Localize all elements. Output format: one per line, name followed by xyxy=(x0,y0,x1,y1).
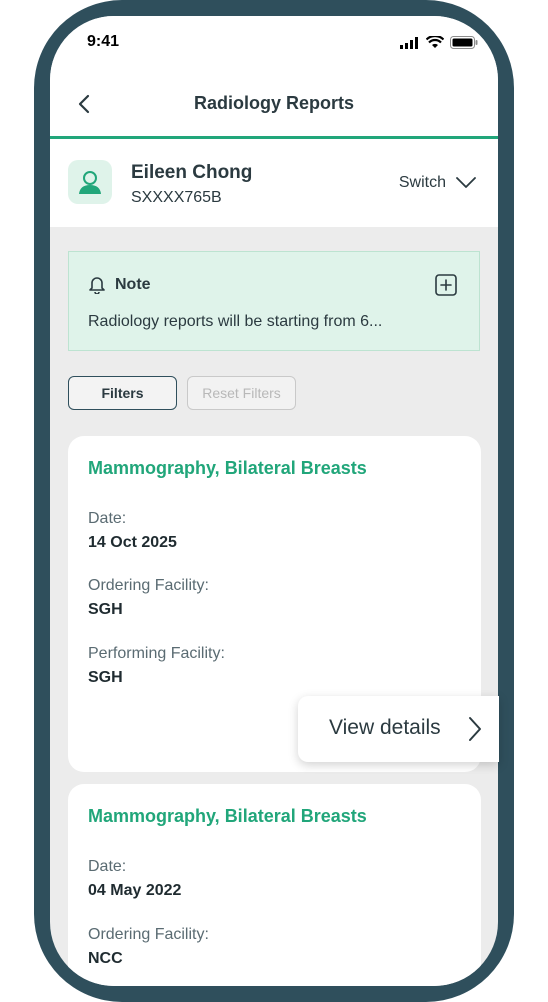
ordering-facility-value: NCC xyxy=(88,950,123,967)
filters-button[interactable]: Filters xyxy=(68,376,177,410)
note-header: Note xyxy=(89,276,151,294)
chevron-down-icon xyxy=(456,177,476,188)
performing-facility-value: SGH xyxy=(88,669,123,686)
status-icons xyxy=(400,36,478,49)
note-text: Radiology reports will be starting from … xyxy=(88,313,383,330)
profile-bar: Eileen Chong SXXXX765B Switch xyxy=(50,139,498,227)
date-value: 04 May 2022 xyxy=(88,882,182,899)
page-title: Radiology Reports xyxy=(193,93,354,113)
note-banner: Note Radiology reports will be starting … xyxy=(68,251,480,351)
status-time: 9:41 xyxy=(87,33,120,50)
phone-screen: 9:41 Radiology Reports Eileen Chong SXXX… xyxy=(50,16,498,986)
date-label: Date: xyxy=(88,858,127,875)
view-details-label: View details xyxy=(329,716,441,739)
ordering-facility-label: Ordering Facility: xyxy=(88,577,209,594)
report-title: Mammography, Bilateral Breasts xyxy=(88,458,367,478)
app-header: Radiology Reports xyxy=(50,74,498,139)
expand-plus-icon[interactable] xyxy=(435,274,457,296)
battery-icon xyxy=(450,36,478,49)
chevron-right-icon xyxy=(469,717,481,741)
switch-profile-button[interactable]: Switch xyxy=(399,174,476,192)
profile-name: Eileen Chong xyxy=(131,162,253,183)
date-value: 14 Oct 2025 xyxy=(88,534,177,551)
wifi-icon xyxy=(426,36,444,48)
ordering-facility-label: Ordering Facility: xyxy=(88,926,209,943)
profile-id: SXXXX765B xyxy=(131,189,222,206)
report-card[interactable]: Mammography, Bilateral Breasts Date: 04 … xyxy=(68,784,481,986)
performing-facility-label: Performing Facility: xyxy=(88,645,225,662)
status-bar: 9:41 xyxy=(50,16,498,74)
reset-filters-button[interactable]: Reset Filters xyxy=(187,376,296,410)
switch-label: Switch xyxy=(398,174,446,191)
signal-icon xyxy=(400,36,418,49)
user-icon xyxy=(79,171,101,194)
avatar xyxy=(68,160,112,204)
view-details-button[interactable]: View details xyxy=(298,696,499,762)
report-title: Mammography, Bilateral Breasts xyxy=(88,806,367,826)
ordering-facility-value: SGH xyxy=(88,601,123,618)
bell-icon xyxy=(89,277,105,294)
note-title: Note xyxy=(115,276,151,293)
date-label: Date: xyxy=(88,510,127,527)
